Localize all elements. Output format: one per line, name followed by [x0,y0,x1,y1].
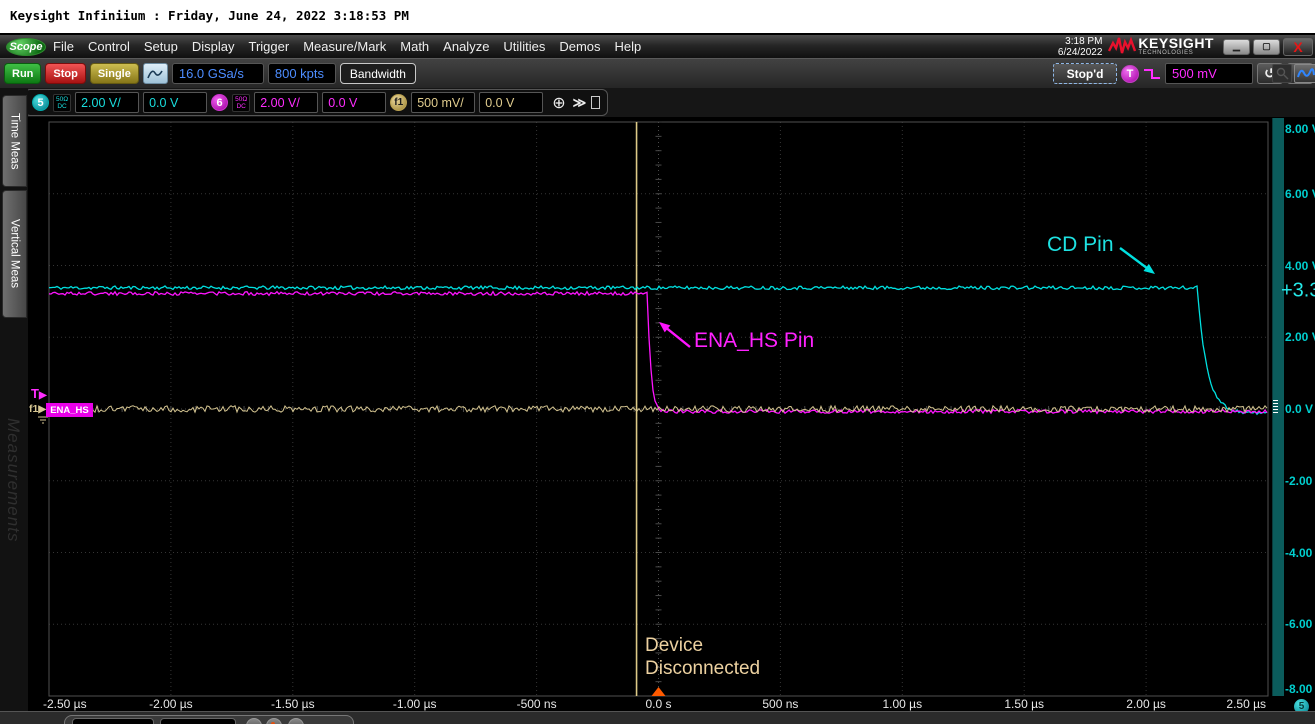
single-button[interactable]: Single [90,63,139,84]
y-tick-label: 4.00 V [1285,259,1315,273]
function-f1-offset-field[interactable]: 0.0 V [479,92,543,113]
maximize-button[interactable]: ▢ [1253,39,1280,55]
menu-item-control[interactable]: Control [81,34,137,59]
tab-time-meas[interactable]: Time Meas [2,95,27,187]
y-tick-label: -4.00 V [1285,546,1315,560]
x-tick-label: 2.00 µs [1126,697,1166,711]
clock-date: 6/24/2022 [1058,47,1103,58]
waveform-display[interactable] [28,117,1272,697]
channel-5-offset-field[interactable]: 0.0 V [143,92,207,113]
menu-item-setup[interactable]: Setup [137,34,185,59]
y-tick-label: 2.00 V [1285,330,1315,344]
x-tick-label: -1.00 µs [393,697,437,711]
ground-level-marker [1273,400,1279,415]
x-tick-label: -500 ns [517,697,557,711]
menu-item-measure-mark[interactable]: Measure/Mark [296,34,393,59]
channel-6-badge[interactable]: 6 [211,94,228,111]
y-tick-label: -6.00 V [1285,617,1315,631]
tab-vertical-meas[interactable]: Vertical Meas [2,190,27,318]
channel-5-scale-field[interactable]: 2.00 V/ [75,92,139,113]
x-tick-label: 500 ns [762,697,798,711]
channel-6-offset-field[interactable]: 0.0 V [322,92,386,113]
undock-icon[interactable] [591,96,600,109]
x-tick-label: 0.0 s [645,697,671,711]
time-axis: -2.50 µs -2.00 µs -1.50 µs -1.00 µs -500 ns 0… [28,697,1272,711]
oscilloscope-app: Keysight Infiniium : Friday, June 24, 20… [0,0,1315,724]
device-disconnected-annotation: Device Disconnected [645,634,760,680]
left-sidebar: Time Meas Vertical Meas Measurements [0,88,28,711]
clock: 3:18 PM 6/24/2022 [1058,36,1103,58]
ena-hs-trace-label[interactable]: ENA_HS [46,403,93,417]
trigger-level-field[interactable]: 500 mV [1165,63,1253,84]
desktop-titlebar: Keysight Infiniium : Friday, June 24, 20… [0,0,1315,33]
y-tick-label: 8.00 V [1285,122,1315,136]
y-tick-label: -2.00 V [1285,474,1315,488]
menubar: Scope FileControlSetupDisplayTriggerMeas… [0,33,1315,58]
bottom-field-1[interactable] [72,718,154,724]
y-tick-label: 0.0 V [1285,402,1313,416]
window-title: Keysight Infiniium : Friday, June 24, 20… [10,8,409,23]
y-tick-label: -8.00 V [1285,682,1315,696]
channel-6-scale-field[interactable]: 2.00 V/ [254,92,318,113]
measurements-watermark: Measurements [3,418,23,542]
channel-5-badge[interactable]: 5 [32,94,49,111]
memory-depth-field[interactable]: 800 kpts [268,63,336,84]
channel-bar: 5 50ΩDC 2.00 V/ 0.0 V 6 50ΩDC 2.00 V/ 0.… [0,88,1315,117]
x-tick-label: 2.50 µs [1226,697,1266,711]
brand-name: KEYSIGHT [1138,37,1214,50]
voltage-axis: 8.00 V 6.00 V 4.00 V 2.00 V 0.0 V -2.00 V -4.0… [1285,117,1315,697]
channel-panel: 5 50ΩDC 2.00 V/ 0.0 V 6 50ΩDC 2.00 V/ 0.… [24,89,608,116]
close-button[interactable]: X [1283,38,1313,56]
function-f1-badge[interactable]: f1 [390,94,407,111]
function-f1-scale-field[interactable]: 500 mV/ [411,92,475,113]
zoom-tool-icon[interactable] [1272,64,1292,83]
x-tick-label: -2.00 µs [149,697,193,711]
falling-edge-icon[interactable] [1143,66,1161,81]
toolbar: Run Stop Single 16.0 GSa/s 800 kpts Band… [0,58,1315,88]
add-channel-button[interactable]: ⊕ [552,93,565,113]
keysight-spark-icon [1108,36,1138,58]
toolbar-left-group: Run Stop Single 16.0 GSa/s 800 kpts Band… [4,63,416,84]
rail-voltage-label: +3.3V [1281,280,1315,303]
run-button[interactable]: Run [4,63,41,84]
bottom-field-2[interactable] [160,718,236,724]
menu-item-display[interactable]: Display [185,34,242,59]
keysight-logo: KEYSIGHT TECHNOLOGIES [1108,36,1214,58]
stop-button[interactable]: Stop [45,63,85,84]
trigger-level-marker[interactable]: T▶ [31,386,47,401]
toolbar-corner-icons [1272,64,1315,83]
sample-rate-field[interactable]: 16.0 GSa/s [172,63,264,84]
x-tick-label: 1.50 µs [1004,697,1044,711]
scope-logo[interactable]: Scope [6,38,46,56]
x-tick-label: -2.50 µs [43,697,87,711]
waveform-tool-icon[interactable] [1294,64,1315,83]
channel-5-coupling[interactable]: 50ΩDC [53,94,71,112]
cd-pin-annotation: CD Pin [1047,233,1114,257]
ena-hs-pin-annotation: ENA_HS Pin [694,329,814,353]
f1-level-marker[interactable]: f1▶ [29,403,46,415]
menu-item-demos[interactable]: Demos [552,34,607,59]
channel-6-coupling[interactable]: 50ΩDC [232,94,250,112]
minimize-button[interactable]: ▁ [1223,39,1250,55]
bottom-results-bar [0,711,1315,724]
menu-item-utilities[interactable]: Utilities [496,34,552,59]
y-tick-label: 6.00 V [1285,187,1315,201]
menu-item-help[interactable]: Help [608,34,649,59]
bandwidth-button[interactable]: Bandwidth [340,63,416,84]
menu-item-file[interactable]: File [46,34,81,59]
menu-item-trigger[interactable]: Trigger [241,34,296,59]
x-tick-label: 1.00 µs [882,697,922,711]
x-tick-label: -1.50 µs [271,697,315,711]
trigger-source-badge[interactable]: T [1121,65,1139,83]
menu-items: FileControlSetupDisplayTriggerMeasure/Ma… [46,34,648,59]
expand-channels-button[interactable]: ≫ [573,95,585,111]
acquisition-status-button[interactable]: Stop'd [1053,63,1117,84]
menu-item-analyze[interactable]: Analyze [436,34,496,59]
acquisition-mode-icon[interactable] [143,63,168,84]
clock-time: 3:18 PM [1058,36,1103,47]
menu-item-math[interactable]: Math [393,34,436,59]
